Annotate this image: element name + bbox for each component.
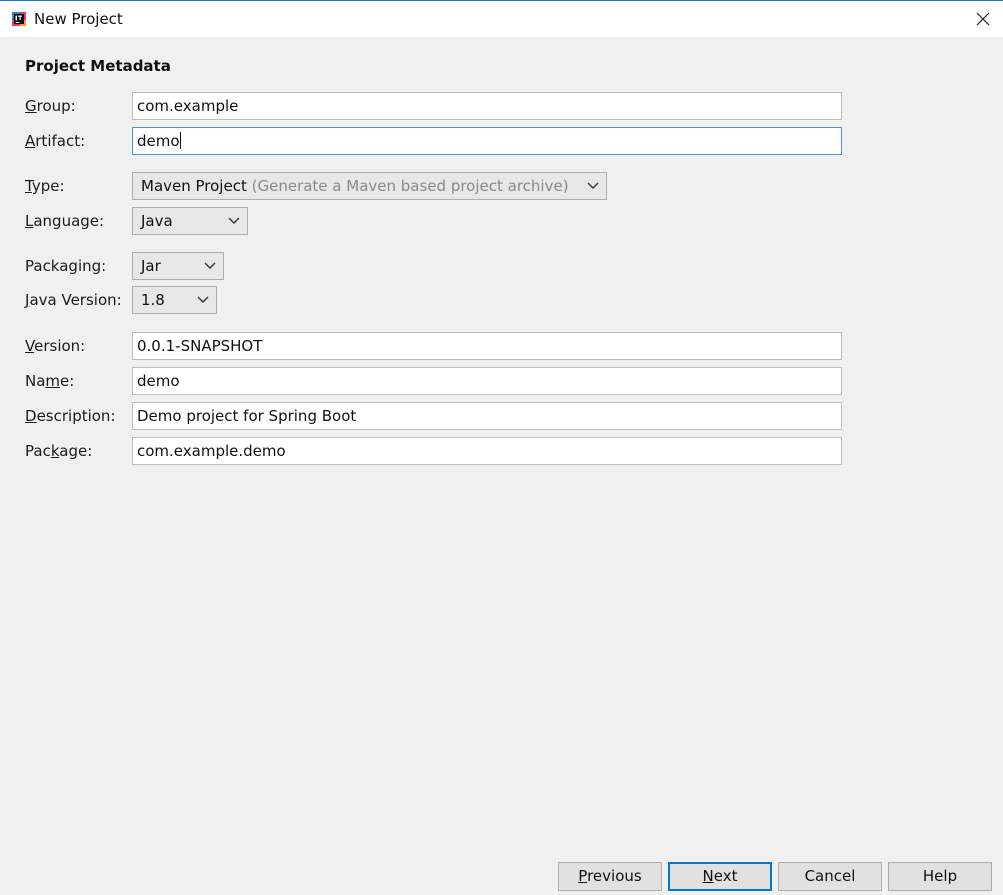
description-label-rest: escription: bbox=[36, 407, 116, 425]
description-label-mnemonic: D bbox=[25, 407, 37, 425]
java-version-label: Java Version: bbox=[25, 291, 122, 309]
version-label-mnemonic: V bbox=[25, 337, 35, 355]
type-label: Type: bbox=[25, 177, 65, 195]
type-label-rest: ype: bbox=[31, 177, 65, 195]
packaging-value: Jar bbox=[141, 257, 161, 275]
java-version-value: 1.8 bbox=[141, 291, 165, 309]
package-field[interactable]: com.example.demo bbox=[132, 437, 842, 465]
next-mnemonic: N bbox=[702, 867, 714, 885]
name-label-rest: e: bbox=[60, 372, 75, 390]
type-hint: (Generate a Maven based project archive) bbox=[251, 177, 569, 195]
package-label-mnemonic: k bbox=[50, 442, 60, 460]
window-title: New Project bbox=[34, 10, 123, 28]
language-dropdown[interactable]: Java bbox=[132, 207, 248, 235]
package-value: com.example.demo bbox=[137, 442, 286, 460]
group-value: com.example bbox=[137, 97, 239, 115]
name-value: demo bbox=[137, 372, 180, 390]
title-bar: New Project bbox=[0, 0, 1003, 37]
version-value: 0.0.1-SNAPSHOT bbox=[137, 337, 263, 355]
package-label-rest: age: bbox=[59, 442, 93, 460]
artifact-label: Artifact: bbox=[25, 132, 85, 150]
type-label-mnemonic: T bbox=[25, 177, 32, 195]
chevron-down-icon bbox=[197, 296, 209, 303]
version-label-rest: ersion: bbox=[34, 337, 86, 355]
name-label-mnemonic: m bbox=[45, 372, 61, 390]
previous-label-rest: revious bbox=[587, 867, 642, 885]
name-field[interactable]: demo bbox=[132, 367, 842, 395]
java-version-label-rest: ava Version: bbox=[29, 291, 122, 309]
artifact-field[interactable]: demo bbox=[132, 127, 842, 155]
description-label: Description: bbox=[25, 407, 116, 425]
cancel-button[interactable]: Cancel bbox=[778, 862, 882, 891]
group-label-mnemonic: G bbox=[25, 97, 37, 115]
language-label-rest: anguage: bbox=[33, 212, 105, 230]
next-button[interactable]: Next bbox=[668, 862, 772, 891]
chevron-down-icon bbox=[204, 262, 216, 269]
description-value: Demo project for Spring Boot bbox=[137, 407, 357, 425]
artifact-value: demo bbox=[137, 132, 180, 150]
packaging-dropdown[interactable]: Jar bbox=[132, 252, 224, 280]
package-label-pre: Pac bbox=[25, 442, 51, 460]
package-label: Package: bbox=[25, 442, 92, 460]
intellij-idea-icon bbox=[12, 12, 26, 26]
next-label-rest: ext bbox=[713, 867, 738, 885]
artifact-label-mnemonic: A bbox=[25, 132, 36, 150]
type-value: Maven Project bbox=[141, 177, 247, 195]
artifact-label-rest: rtifact: bbox=[35, 132, 86, 150]
group-label: Group: bbox=[25, 97, 76, 115]
chevron-down-icon bbox=[228, 217, 240, 224]
packaging-label: Packaging: bbox=[25, 257, 107, 275]
language-label: Language: bbox=[25, 212, 104, 230]
close-icon bbox=[976, 12, 990, 26]
close-button[interactable] bbox=[971, 7, 995, 31]
java-version-dropdown[interactable]: 1.8 bbox=[132, 286, 217, 314]
previous-button[interactable]: Previous bbox=[558, 862, 662, 891]
group-field[interactable]: com.example bbox=[132, 92, 842, 120]
help-button[interactable]: Help bbox=[888, 862, 992, 891]
version-label: Version: bbox=[25, 337, 85, 355]
type-dropdown[interactable]: Maven Project (Generate a Maven based pr… bbox=[132, 172, 607, 200]
name-label: Name: bbox=[25, 372, 74, 390]
section-heading: Project Metadata bbox=[25, 57, 171, 75]
group-label-rest: roup: bbox=[36, 97, 76, 115]
previous-mnemonic: P bbox=[578, 867, 588, 885]
language-value: Java bbox=[141, 212, 173, 230]
text-caret bbox=[179, 132, 181, 149]
description-field[interactable]: Demo project for Spring Boot bbox=[132, 402, 842, 430]
name-label-pre: Na bbox=[25, 372, 46, 390]
version-field[interactable]: 0.0.1-SNAPSHOT bbox=[132, 332, 842, 360]
chevron-down-icon bbox=[587, 182, 599, 189]
